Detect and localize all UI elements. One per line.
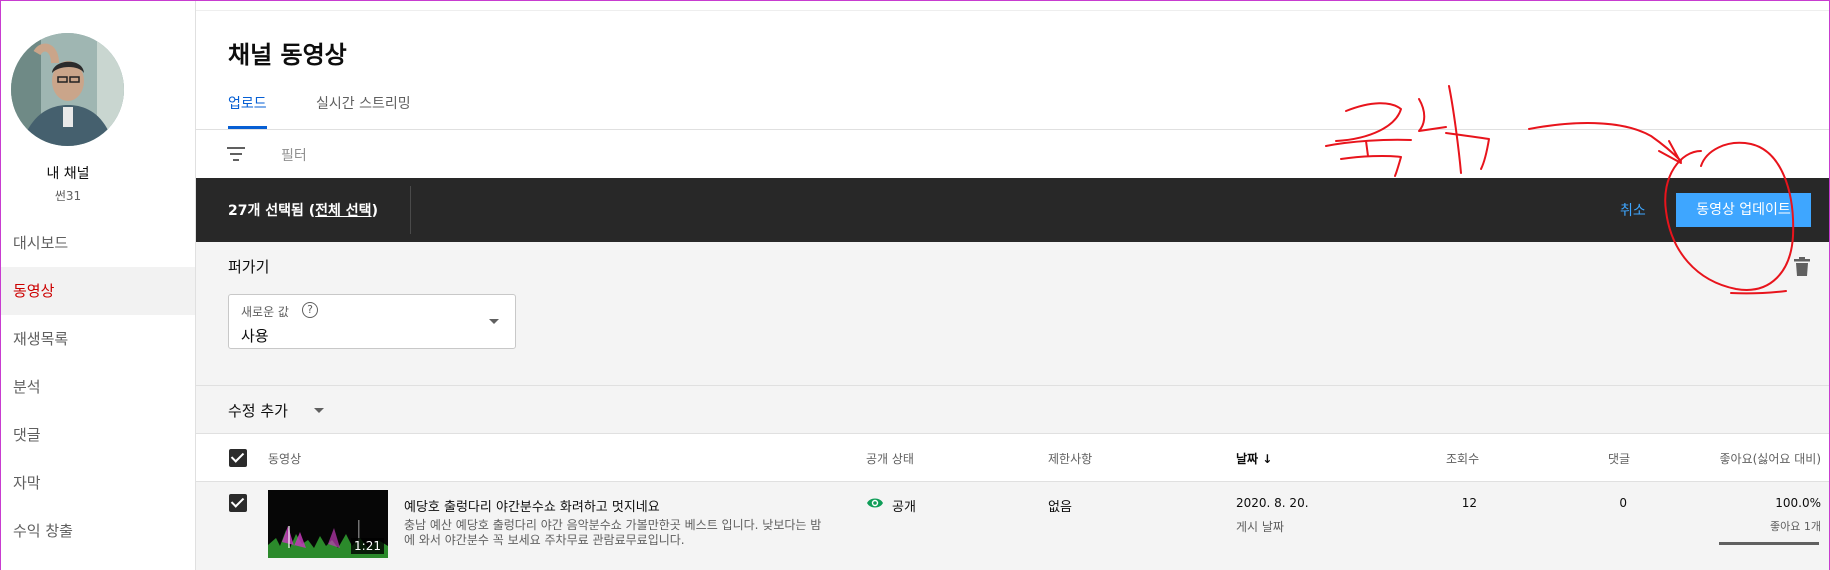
selection-close-paren: ) [371,203,378,219]
filter-row: 필터 [196,130,1829,178]
select-all-link[interactable]: 전체 선택 [315,203,371,219]
chevron-down-icon[interactable] [314,408,324,413]
likes-ratio-bar [1719,542,1819,545]
add-edit-row: 수정 추가 [196,386,1829,434]
sidebar-nav: 대시보드 동영상 재생목록 분석 댓글 자막 수익 창출 [1,219,195,555]
publish-date: 2020. 8. 20. [1236,496,1309,510]
table-header: 동영상 공개 상태 제한사항 날짜 ↓ 조회수 댓글 좋아요(싫어요 대비) [196,434,1829,482]
filter-icon[interactable] [226,145,246,163]
restrictions-value: 없음 [1048,500,1072,515]
bulk-edit-panel: 퍼가기 새로운 값 ? 사용 [196,242,1829,386]
select-caption: 새로운 값 [241,305,289,319]
likes-count: 좋아요 1개 [1770,520,1821,533]
col-restrictions: 제한사항 [1048,452,1093,466]
video-title[interactable]: 예당호 출렁다리 야간분수쇼 화려하고 멋지네요 [404,496,660,515]
col-video: 동영상 [268,452,302,466]
chevron-down-icon [489,319,499,324]
video-duration: 1:21 [351,538,384,554]
col-date[interactable]: 날짜 ↓ [1236,450,1272,467]
top-strip [196,1,1829,11]
sidebar-item-analytics[interactable]: 분석 [1,363,195,411]
main-content: 채널 동영상 업로드 실시간 스트리밍 필터 27개 선택됨 (전체 선택) 취… [196,1,1829,570]
select-all-checkbox[interactable] [229,449,247,467]
avatar-image [11,33,124,146]
trash-icon[interactable] [1793,257,1811,277]
selection-count: 27개 선택됨 (전체 선택) [228,200,378,220]
sidebar-item-comments[interactable]: 댓글 [1,411,195,459]
channel-handle: 썬31 [54,189,82,203]
tab-uploads[interactable]: 업로드 [228,93,267,129]
col-likes: 좋아요(싫어요 대비) [1719,452,1822,466]
channel-name: 내 채널 [46,166,90,182]
avatar[interactable] [11,33,124,146]
filter-input[interactable]: 필터 [281,145,307,165]
eye-icon [867,498,883,508]
embed-select[interactable]: 새로운 값 ? 사용 [228,294,516,349]
col-visibility: 공개 상태 [866,452,914,466]
sidebar-item-dashboard[interactable]: 대시보드 [1,219,195,267]
visibility-status[interactable]: 공개 [892,496,916,515]
selection-bar: 27개 선택됨 (전체 선택) 취소 동영상 업데이트 [196,178,1829,242]
table-row: 1:21 예당호 출렁다리 야간분수쇼 화려하고 멋지네요 충남 예산 예당호 … [196,482,1829,570]
update-videos-button[interactable]: 동영상 업데이트 [1676,193,1811,227]
sidebar: 내 채널 썬31 대시보드 동영상 재생목록 분석 댓글 자막 수익 창출 [1,1,196,570]
sidebar-item-videos[interactable]: 동영상 [1,267,195,315]
sort-arrow-icon: ↓ [1262,452,1273,466]
edit-field-label: 퍼가기 [228,258,270,276]
page-title: 채널 동영상 [228,41,347,69]
col-views: 조회수 [1446,452,1480,466]
col-date-label: 날짜 [1236,452,1259,466]
add-edit-button[interactable]: 수정 추가 [228,400,288,421]
date-type: 게시 날짜 [1236,520,1284,534]
sidebar-item-playlists[interactable]: 재생목록 [1,315,195,363]
tab-live[interactable]: 실시간 스트리밍 [316,93,411,129]
comment-count: 0 [1619,496,1627,510]
cancel-button[interactable]: 취소 [1620,200,1646,220]
select-value: 사용 [241,327,269,345]
view-count: 12 [1461,496,1477,510]
selection-divider [410,186,411,234]
sidebar-item-monetization[interactable]: 수익 창출 [1,507,195,555]
video-description: 충남 예산 예당호 출렁다리 야간 음악분수쇼 가볼만한곳 베스트 입니다. 낮… [404,518,822,547]
selection-count-text: 27개 선택됨 ( [228,203,316,219]
likes-percent: 100.0% [1775,496,1821,510]
col-comments: 댓글 [1608,452,1631,466]
help-icon[interactable]: ? [302,302,318,318]
sidebar-item-subtitles[interactable]: 자막 [1,459,195,507]
video-thumbnail[interactable]: 1:21 [268,490,388,558]
row-checkbox[interactable] [229,494,247,512]
